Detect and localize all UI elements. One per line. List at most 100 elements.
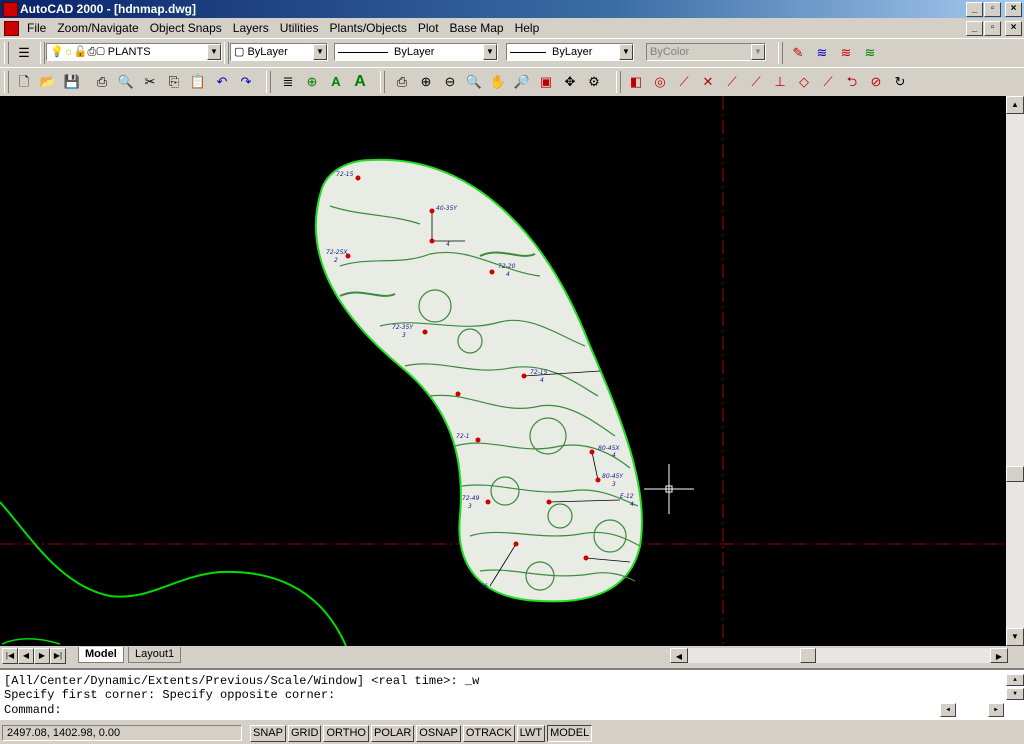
cmd-scroll-down-button[interactable]: ▼ xyxy=(1006,688,1024,700)
lineweight-select[interactable]: ByLayer ▼ xyxy=(506,43,634,61)
zoom-out-icon[interactable]: ⊖ xyxy=(440,73,460,91)
toolbar-grip[interactable] xyxy=(224,42,229,64)
snap-extension-icon[interactable]: ⟋ xyxy=(746,73,766,91)
grid-toggle[interactable]: GRID xyxy=(287,725,322,742)
tab-prev-button[interactable]: ◀ xyxy=(18,648,34,664)
horizontal-scrollbar[interactable]: ◀ ▶ xyxy=(670,648,1008,663)
snap-tangent-icon[interactable]: ⟋ xyxy=(818,73,838,91)
tab-model[interactable]: Model xyxy=(78,647,124,663)
polar-toggle[interactable]: POLAR xyxy=(371,725,415,742)
plant-point[interactable] xyxy=(429,238,435,244)
plant-point[interactable] xyxy=(583,555,589,561)
scroll-thumb[interactable] xyxy=(1006,466,1024,482)
snap-insert-icon[interactable]: ⮌ xyxy=(842,73,862,91)
tab-last-button[interactable]: ▶| xyxy=(50,648,66,664)
menu-file[interactable]: File xyxy=(22,20,52,36)
tab-first-button[interactable]: |◀ xyxy=(2,648,18,664)
autocad-app-icon[interactable] xyxy=(3,2,18,17)
chevron-down-icon[interactable]: ▼ xyxy=(207,44,221,60)
pencil-icon[interactable]: ✎ xyxy=(788,44,808,62)
document-icon[interactable] xyxy=(4,21,19,36)
new-icon[interactable]: 🗋 xyxy=(14,73,34,91)
scroll-down-button[interactable]: ▼ xyxy=(1006,628,1024,646)
zoom-window-icon[interactable]: 🔍 xyxy=(464,73,484,91)
snap-center-icon[interactable]: ◎ xyxy=(650,73,670,91)
snap-midpoint-icon[interactable]: ⟋ xyxy=(674,73,694,91)
toolbar-grip[interactable] xyxy=(4,42,9,64)
undo-icon[interactable]: ↶ xyxy=(212,73,232,91)
snap-toggle[interactable]: SNAP xyxy=(250,725,286,742)
snap-intersection-icon[interactable]: ✕ xyxy=(698,73,718,91)
plant-point[interactable] xyxy=(489,269,495,275)
save-icon[interactable]: 💾 xyxy=(62,73,82,91)
aerial-view-icon[interactable]: ⚙ xyxy=(584,73,604,91)
zoom-extents-icon[interactable]: ▣ xyxy=(536,73,556,91)
zoom-realtime-icon[interactable]: 🔎 xyxy=(512,73,532,91)
layer-manager-icon[interactable]: ≣ xyxy=(278,73,298,91)
toolbar-grip[interactable] xyxy=(380,71,385,93)
toolbar-grip[interactable] xyxy=(4,71,9,93)
plant-point[interactable] xyxy=(429,208,435,214)
snap-endpoint-icon[interactable]: ◧ xyxy=(626,73,646,91)
toolbar-grip[interactable] xyxy=(616,71,621,93)
text-icon[interactable]: A xyxy=(326,73,346,91)
plot-icon[interactable]: ⎙ xyxy=(392,73,412,91)
menu-utilities[interactable]: Utilities xyxy=(275,20,325,36)
cmd-scroll-left-button[interactable]: ◀ xyxy=(940,703,956,717)
plant-point[interactable] xyxy=(589,449,595,455)
restore-button[interactable]: ▫ xyxy=(984,2,1001,17)
snap-perpendicular-icon[interactable]: ⊥ xyxy=(770,73,790,91)
zoom-in-icon[interactable]: ⊕ xyxy=(416,73,436,91)
scroll-right-button[interactable]: ▶ xyxy=(990,648,1008,663)
chevron-down-icon[interactable]: ▼ xyxy=(751,44,765,60)
minimize-button[interactable]: _ xyxy=(966,2,983,17)
plant-bed-outline[interactable] xyxy=(314,158,643,603)
snap-target-icon[interactable]: ⊕ xyxy=(302,73,322,91)
doc-minimize-button[interactable]: _ xyxy=(966,21,983,36)
layers-icon[interactable]: ☰ xyxy=(14,44,34,62)
osnap-toggle[interactable]: OSNAP xyxy=(416,725,461,742)
otrack-toggle[interactable]: OTRACK xyxy=(462,725,515,742)
scroll-left-button[interactable]: ◀ xyxy=(670,648,688,663)
menu-help[interactable]: Help xyxy=(510,20,546,36)
layer-select[interactable]: 💡☼🔓⎙▢ PLANTS ▼ xyxy=(46,43,222,61)
doc-close-button[interactable]: × xyxy=(1005,21,1022,36)
plant-point[interactable] xyxy=(546,499,552,505)
rainbow-icon[interactable]: ≋ xyxy=(812,44,832,62)
model-toggle[interactable]: MODEL xyxy=(547,725,593,742)
cmd-scroll-right-button[interactable]: ▶ xyxy=(988,703,1004,717)
copy-icon[interactable]: ⎘ xyxy=(164,73,184,91)
cmd-scroll-up-button[interactable]: ▲ xyxy=(1006,674,1024,686)
open-icon[interactable]: 📂 xyxy=(38,73,58,91)
preview-icon[interactable]: 🔍 xyxy=(116,73,136,91)
plant-point[interactable] xyxy=(521,373,527,379)
plotstyle-select[interactable]: ByColor ▼ xyxy=(646,43,766,61)
plant-point[interactable] xyxy=(595,477,601,483)
menu-plot[interactable]: Plot xyxy=(413,20,445,36)
toolbar-grip[interactable] xyxy=(40,42,45,64)
doc-restore-button[interactable]: ▫ xyxy=(984,21,1001,36)
color-select[interactable]: ▢ ByLayer ▼ xyxy=(230,43,328,61)
chevron-down-icon[interactable]: ▼ xyxy=(619,44,633,60)
map-drawing[interactable]: 72-15 40-35Y 4 72-25X 2 72-20 4 72-35Y 3… xyxy=(0,96,1006,646)
rainbow-icon[interactable]: ≋ xyxy=(836,44,856,62)
paste-icon[interactable]: 📋 xyxy=(188,73,208,91)
linetype-select[interactable]: ByLayer ▼ xyxy=(334,43,498,61)
multiline-text-icon[interactable]: A xyxy=(350,73,370,91)
tab-layout1[interactable]: Layout1 xyxy=(128,647,182,663)
lwt-toggle[interactable]: LWT xyxy=(516,725,546,742)
plant-point[interactable] xyxy=(485,499,491,505)
plant-point[interactable] xyxy=(422,329,428,335)
chevron-down-icon[interactable]: ▼ xyxy=(483,44,497,60)
plant-point[interactable] xyxy=(455,391,461,397)
menu-object-snaps[interactable]: Object Snaps xyxy=(145,20,228,36)
snap-apparent-icon[interactable]: ⟋ xyxy=(722,73,742,91)
toolbar-grip[interactable] xyxy=(778,42,783,64)
print-icon[interactable]: ⎙ xyxy=(92,73,112,91)
refresh-icon[interactable]: ↻ xyxy=(890,73,910,91)
ortho-toggle[interactable]: ORTHO xyxy=(323,725,369,742)
scroll-up-button[interactable]: ▲ xyxy=(1006,96,1024,114)
command-prompt[interactable]: Command: xyxy=(4,703,62,717)
redo-icon[interactable]: ↷ xyxy=(236,73,256,91)
drawing-canvas[interactable]: 72-15 40-35Y 4 72-25X 2 72-20 4 72-35Y 3… xyxy=(0,96,1006,646)
